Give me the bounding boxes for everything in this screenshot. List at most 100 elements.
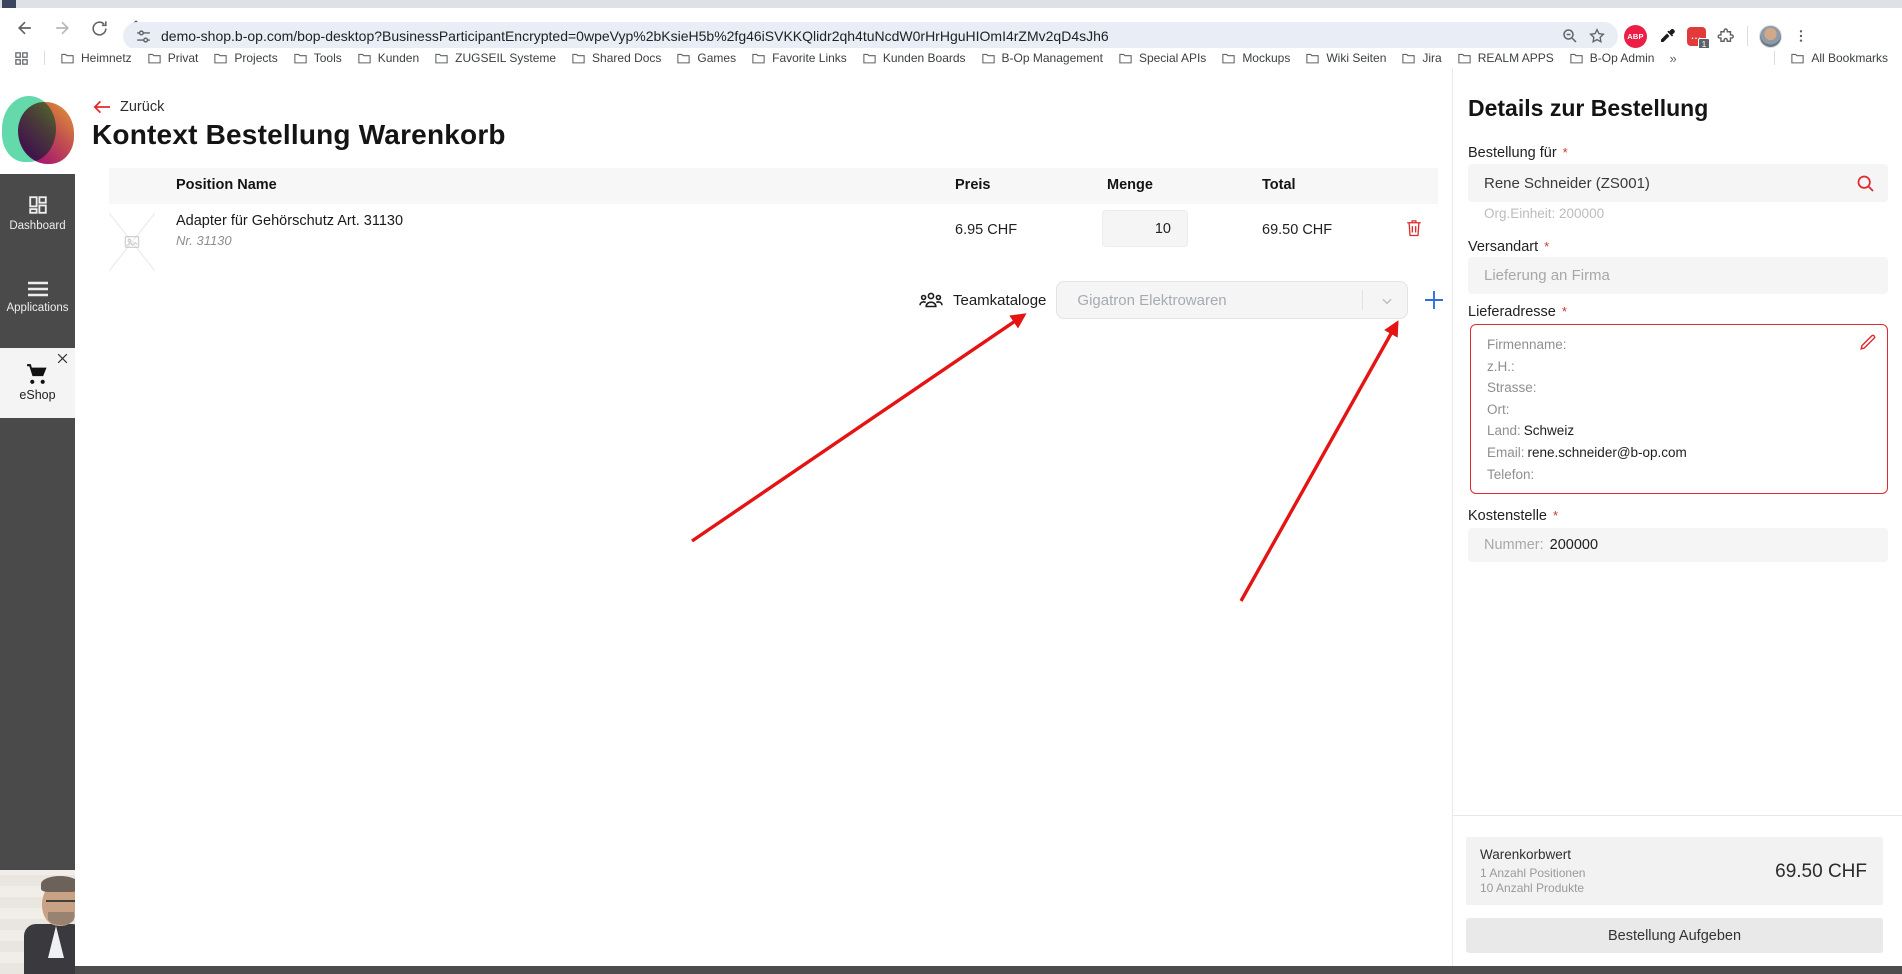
sidebar-profile-photo (0, 870, 75, 974)
bookmark-folder[interactable]: Games (676, 51, 736, 66)
summary-products: 10 Anzahl Produkte (1480, 881, 1585, 895)
forward-icon[interactable] (49, 15, 75, 41)
bookmark-folder[interactable]: Privat (147, 51, 198, 66)
quantity-input[interactable] (1102, 210, 1188, 247)
shipping-input[interactable]: Lieferung an Firma (1468, 257, 1888, 294)
apps-grid-icon[interactable] (14, 51, 29, 66)
col-price: Preis (955, 177, 991, 193)
bookmark-folder[interactable]: Special APIs (1118, 51, 1206, 66)
order-for-input[interactable]: Rene Schneider (ZS001) (1468, 164, 1888, 202)
shipping-label: Versandart * (1468, 239, 1550, 255)
folder-icon (148, 53, 161, 63)
back-icon[interactable] (12, 15, 38, 41)
menu-dots-icon[interactable] (1793, 28, 1809, 44)
address-line: Firmenname: (1487, 337, 1567, 352)
required-asterisk: * (1553, 508, 1559, 523)
folder-icon (677, 53, 691, 63)
cost-center-label: Kostenstelle * (1468, 508, 1559, 524)
browser-toolbar: ABP ... 1 (0, 8, 1902, 50)
omnibox[interactable] (123, 22, 1618, 50)
panel-divider (1452, 68, 1453, 974)
cost-center-input[interactable]: Nummer: 200000 (1468, 528, 1888, 562)
cart-row: Adapter für Gehörschutz Art. 31130 Nr. 3… (109, 204, 1438, 281)
product-image-placeholder (109, 213, 155, 271)
bookmark-folder[interactable]: B-Op Management (981, 51, 1103, 66)
edit-pencil-icon[interactable] (1858, 333, 1877, 352)
url-input[interactable] (161, 28, 1552, 44)
folder-icon (435, 53, 448, 63)
team-catalogs-row: Teamkataloge Gigatron Elektrowaren (919, 281, 1446, 319)
cart-summary: Warenkorbwert 1 Anzahl Positionen 10 Anz… (1466, 837, 1883, 905)
bookmark-folder[interactable]: Shared Docs (571, 51, 661, 66)
bookmark-folder[interactable]: Jira (1401, 51, 1442, 66)
search-icon[interactable] (1855, 173, 1876, 194)
sidebar-item-dashboard[interactable]: Dashboard (0, 194, 75, 232)
summary-title: Warenkorbwert (1480, 847, 1572, 862)
horizontal-scrollbar[interactable] (75, 966, 1902, 974)
app-logo (0, 94, 75, 172)
bookmarks-overflow-icon[interactable]: » (1669, 51, 1676, 66)
bookmark-folder[interactable]: Projects (213, 51, 278, 66)
folder-icon (61, 53, 74, 63)
sidebar-item-eshop[interactable]: eShop (0, 348, 75, 418)
folder-icon (863, 53, 876, 63)
col-quantity: Menge (1107, 177, 1153, 193)
people-icon (919, 292, 943, 308)
submit-order-button[interactable]: Bestellung Aufgeben (1466, 918, 1883, 953)
bookmark-folder[interactable]: Favorite Links (751, 51, 847, 66)
cart-table-header: Position Name Preis Menge Total (109, 168, 1438, 204)
plus-icon (1425, 291, 1444, 309)
app-sidebar: Dashboard Applications eShop (0, 68, 75, 974)
arrow-to-plus-button (1239, 320, 1399, 602)
product-name: Adapter für Gehörschutz Art. 31130 (176, 213, 404, 229)
zoom-icon[interactable] (1561, 27, 1579, 45)
address-line: Strasse: (1487, 380, 1537, 396)
bookmark-folder[interactable]: Kunden Boards (862, 51, 966, 66)
reload-icon[interactable] (86, 15, 112, 41)
folder-icon (1119, 53, 1132, 63)
bookmark-folder[interactable]: B-Op Admin (1569, 51, 1654, 66)
bookmark-folder[interactable]: Heimnetz (60, 51, 132, 66)
profile-avatar[interactable] (1759, 24, 1782, 48)
summary-total: 69.50 CHF (1775, 861, 1867, 882)
delete-item-button[interactable] (1405, 218, 1423, 238)
bookmark-folder[interactable]: Mockups (1221, 51, 1290, 66)
select-value: Gigatron Elektrowaren (1077, 291, 1227, 309)
col-position-name: Position Name (176, 177, 277, 193)
back-link[interactable]: Zurück (92, 99, 164, 115)
delivery-address-box: Firmenname: z.H.: Strasse: Ort: Land: Sch… (1470, 324, 1888, 494)
sidebar-item-applications[interactable]: Applications (0, 280, 75, 314)
folder-icon (294, 53, 307, 63)
bookmark-folder[interactable]: Wiki Seiten (1305, 51, 1386, 66)
red-extension-icon[interactable]: ... 1 (1687, 26, 1710, 50)
folder-icon (358, 53, 371, 63)
extensions-puzzle-icon[interactable] (1717, 27, 1736, 46)
eyedropper-icon[interactable] (1658, 27, 1676, 45)
back-arrow-icon (93, 100, 110, 114)
adblock-icon[interactable]: ABP (1624, 24, 1647, 48)
address-line: Telefon: (1487, 466, 1535, 482)
bookmark-folder[interactable]: ZUGSEIL Systeme (434, 51, 556, 66)
team-catalogs-label: Teamkataloge (953, 291, 1047, 309)
bookmark-folder[interactable]: Kunden (357, 51, 419, 66)
bookmark-folder[interactable]: REALM APPS (1457, 51, 1554, 66)
close-icon[interactable] (56, 352, 69, 365)
team-catalog-select[interactable]: Gigatron Elektrowaren (1056, 281, 1409, 319)
all-bookmarks[interactable]: All Bookmarks (1790, 51, 1888, 66)
chevron-down-icon[interactable] (1380, 294, 1394, 308)
order-for-label: Bestellung für * (1468, 145, 1568, 161)
address-line: z.H.: (1487, 358, 1515, 374)
tab-stub (2, 0, 16, 8)
bookmark-folder[interactable]: Tools (293, 51, 342, 66)
folder-icon (214, 53, 228, 63)
bookmark-star-icon[interactable] (1588, 27, 1606, 45)
address-line: Email: rene.schneider@b-op.com (1487, 444, 1687, 460)
add-catalog-button[interactable] (1422, 288, 1446, 312)
folder-icon (1791, 53, 1804, 63)
tab-strip (0, 0, 1902, 8)
summary-divider (1452, 815, 1902, 816)
select-divider (1362, 290, 1364, 310)
folder-icon (981, 53, 995, 63)
tune-icon[interactable] (135, 28, 152, 45)
address-line: Land: Schweiz (1487, 423, 1575, 439)
